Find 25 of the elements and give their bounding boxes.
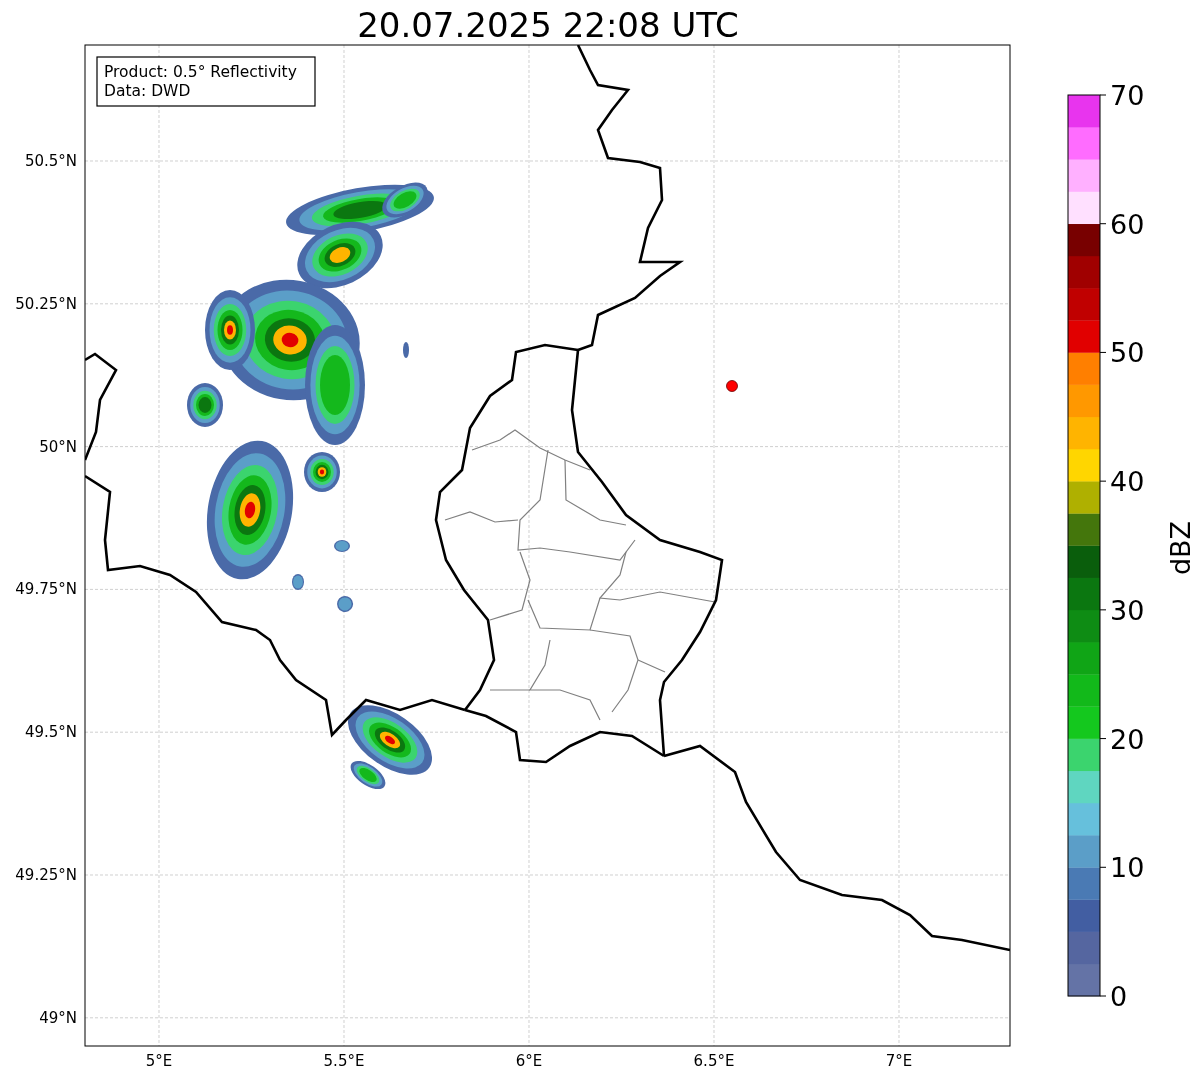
colorbar-tick-label: 10	[1110, 852, 1145, 884]
axis-tick-label: 7°E	[885, 1052, 913, 1070]
colorbar-label: dBZ	[1165, 520, 1196, 576]
chart-title: 20.07.2025 22:08 UTC	[357, 5, 739, 45]
colorbar-tick-label: 40	[1110, 466, 1145, 498]
axis-tick-label: 6.5°E	[693, 1052, 735, 1070]
colorbar-tick-label: 50	[1110, 337, 1145, 369]
axis-tick-label: 5.5°E	[323, 1052, 365, 1070]
info-text: Product: 0.5° Reflectivity	[104, 63, 297, 81]
axis-tick-label: 49°N	[39, 1008, 77, 1027]
axis-tick-label: 49.5°N	[24, 723, 77, 742]
axis-tick-label: 50.5°N	[24, 152, 77, 170]
colorbar-tick-label: 60	[1110, 208, 1145, 240]
axis-tick-label: 49.75°N	[15, 580, 77, 599]
colorbar-tick-label: 70	[1110, 80, 1145, 111]
info-text: Data: DWD	[104, 82, 191, 100]
colorbar-tick-label: 0	[1110, 981, 1128, 1012]
axis-tick-label: 6°E	[515, 1052, 543, 1070]
axis-tick-label: 50°N	[39, 437, 77, 456]
axis-tick-label: 5°E	[145, 1052, 173, 1070]
colorbar-tick-label: 20	[1110, 723, 1145, 755]
colorbar-tick-label: 30	[1110, 594, 1145, 626]
location-marker	[726, 380, 738, 392]
axis-tick-label: 49.25°N	[15, 866, 77, 884]
axis-tick-label: 50.25°N	[15, 294, 77, 313]
